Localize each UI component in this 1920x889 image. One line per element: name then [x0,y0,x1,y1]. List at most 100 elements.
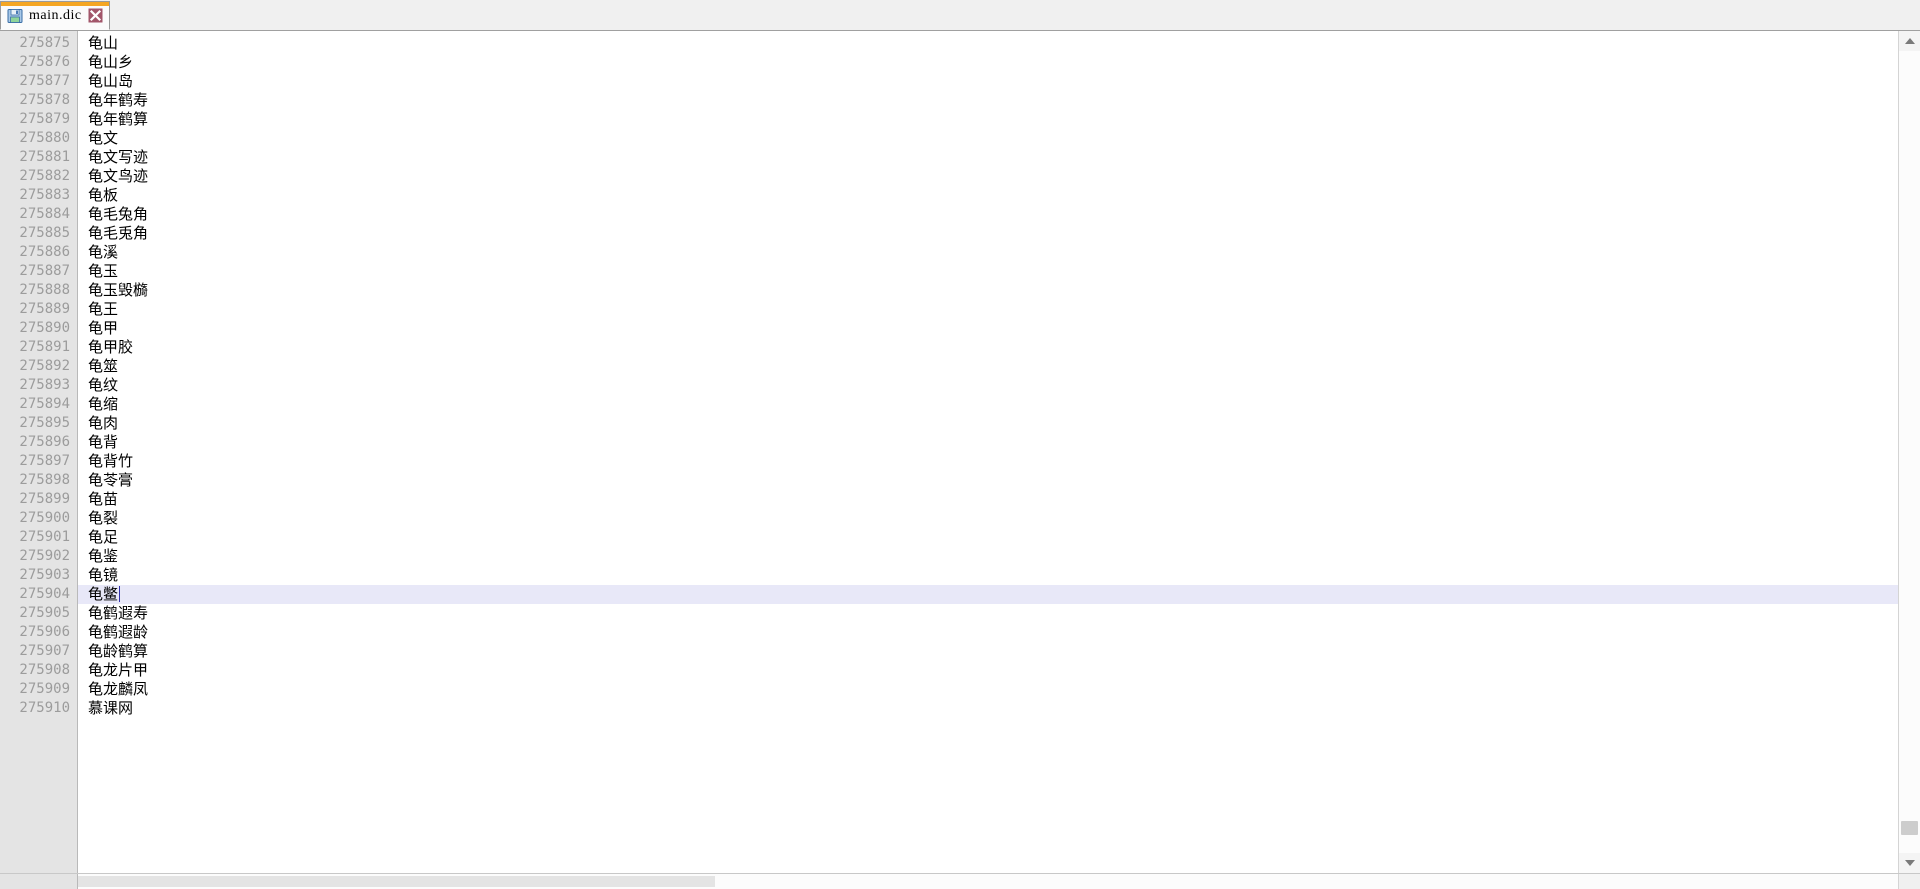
text-line[interactable]: 龟文鸟迹 [78,167,1898,186]
line-text: 龟毛兔角 [88,205,149,223]
line-number: 275909 [19,681,70,697]
line-number: 275907 [19,643,70,659]
text-line[interactable]: 龟龄鹤算 [78,642,1898,661]
line-number: 275883 [19,187,70,203]
editor-body: 275875 275876 275877 275878 275879 275880 2758… [0,31,1920,873]
editor-viewport[interactable]: 275875 275876 275877 275878 275879 275880 2758… [0,31,1898,873]
text-line[interactable]: 龟年鹤寿 [78,91,1898,110]
text-editor-window: main.dic 275875 275876 275877 275878 275879 2… [0,0,1920,889]
line-number: 275900 [19,510,70,526]
line-text: 龟龙麟凤 [88,680,149,698]
line-number: 275910 [19,700,70,716]
line-number: 275887 [19,263,70,279]
line-number: 275889 [19,301,70,317]
horizontal-scrollbar-track[interactable] [78,874,1898,889]
close-x-icon[interactable] [88,8,103,23]
line-text: 龟年鹤算 [88,110,149,128]
line-number: 275884 [19,206,70,222]
line-text: 龟文写迹 [88,148,149,166]
line-number: 275888 [19,282,70,298]
text-line[interactable]: 龟足 [78,528,1898,547]
line-number: 275899 [19,491,70,507]
text-line[interactable]: 龟山 [78,34,1898,53]
line-number: 275881 [19,149,70,165]
line-text: 龟山 [88,34,119,52]
horizontal-scrollbar[interactable] [0,873,1920,889]
text-line[interactable]: 龟裂 [78,509,1898,528]
scrollbar-corner [1898,874,1920,889]
line-text: 龟镜 [88,566,119,584]
line-text: 龟纹 [88,376,119,394]
text-line[interactable]: 龟毛兎角 [78,224,1898,243]
line-text: 龟文鸟迹 [88,167,149,185]
text-line[interactable]: 龟背 [78,433,1898,452]
current-line[interactable]: 龟鳖 [78,585,1898,604]
line-number: 275882 [19,168,70,184]
line-number: 275894 [19,396,70,412]
text-line[interactable]: 龟龙麟凤 [78,680,1898,699]
text-line[interactable]: 龟溪 [78,243,1898,262]
arrow-down-icon [1904,860,1915,866]
line-text: 龟溪 [88,243,119,261]
vertical-scrollbar[interactable] [1898,31,1920,873]
text-line[interactable]: 龟龙片甲 [78,661,1898,680]
text-line[interactable]: 龟文 [78,129,1898,148]
line-number: 275898 [19,472,70,488]
text-line[interactable]: 龟山乡 [78,53,1898,72]
line-number: 275903 [19,567,70,583]
tab-main-dic[interactable]: main.dic [0,1,110,30]
text-line[interactable]: 龟苓膏 [78,471,1898,490]
vertical-scrollbar-thumb[interactable] [1901,820,1918,835]
text-line[interactable]: 龟筮 [78,357,1898,376]
text-line[interactable]: 龟毛兔角 [78,205,1898,224]
text-line[interactable]: 龟山岛 [78,72,1898,91]
line-number: 275896 [19,434,70,450]
line-number: 275877 [19,73,70,89]
text-line[interactable]: 龟玉毁檹 [78,281,1898,300]
line-number: 275906 [19,624,70,640]
line-text: 龟苓膏 [88,471,134,489]
text-line[interactable]: 龟王 [78,300,1898,319]
line-text: 龟缩 [88,395,119,413]
line-number: 275879 [19,111,70,127]
scroll-up-button[interactable] [1899,31,1920,51]
text-line[interactable]: 龟玉 [78,262,1898,281]
line-text: 龟文 [88,129,119,147]
line-number: 275892 [19,358,70,374]
text-line[interactable]: 慕课网 [78,699,1898,718]
line-text: 慕课网 [88,699,134,717]
tab-bar-empty-area [109,2,1920,30]
code-text-area[interactable]: 龟山 龟山乡 龟山岛 龟年鹤寿 龟年鹤算 龟文 龟文写迹 龟文鸟迹 龟板 龟毛兔角 龟毛兎角 龟溪 龟玉… [78,31,1898,873]
horizontal-scrollbar-thumb[interactable] [78,876,715,887]
text-line[interactable]: 龟年鹤算 [78,110,1898,129]
text-line[interactable]: 龟镜 [78,566,1898,585]
text-line[interactable]: 龟纹 [78,376,1898,395]
vertical-scrollbar-track[interactable] [1899,51,1920,853]
text-line[interactable]: 龟文写迹 [78,148,1898,167]
text-line[interactable]: 龟背竹 [78,452,1898,471]
arrow-up-icon [1904,38,1915,44]
text-line[interactable]: 龟缩 [78,395,1898,414]
tab-active-accent-bar [1,2,109,6]
text-line[interactable]: 龟板 [78,186,1898,205]
line-text: 龟年鹤寿 [88,91,149,109]
line-text: 龟苗 [88,490,119,508]
scroll-down-button[interactable] [1899,853,1920,873]
line-number: 275901 [19,529,70,545]
line-number: 275880 [19,130,70,146]
text-line[interactable]: 龟肉 [78,414,1898,433]
text-line[interactable]: 龟苗 [78,490,1898,509]
line-text: 龟板 [88,186,119,204]
line-number: 275902 [19,548,70,564]
line-text: 龟背竹 [88,452,134,470]
text-line[interactable]: 龟甲 [78,319,1898,338]
line-text: 龟鹤遐龄 [88,623,149,641]
text-line[interactable]: 龟鹤遐寿 [78,604,1898,623]
text-line[interactable]: 龟鹤遐龄 [78,623,1898,642]
line-number: 275904 [19,586,70,602]
line-text: 龟龄鹤算 [88,642,149,660]
floppy-disk-icon [7,8,23,24]
text-line[interactable]: 龟鉴 [78,547,1898,566]
line-number: 275895 [19,415,70,431]
text-line[interactable]: 龟甲胶 [78,338,1898,357]
